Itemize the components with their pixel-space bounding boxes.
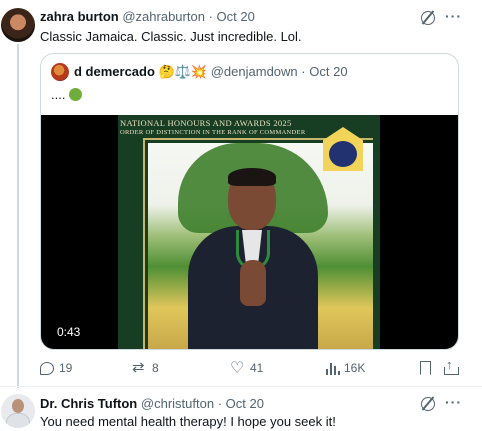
reply-author-handle[interactable]: @christufton xyxy=(141,396,214,411)
bookmark-icon xyxy=(420,361,431,375)
views-count: 16K xyxy=(344,361,366,375)
like-button[interactable]: 41 xyxy=(230,358,264,378)
quote-author-name[interactable]: d demercado xyxy=(74,64,155,79)
divider xyxy=(0,386,482,387)
grok-icon[interactable] xyxy=(421,11,435,25)
quote-text: .... xyxy=(51,87,83,103)
thread-line xyxy=(17,44,19,388)
quote-text-dots: .... xyxy=(51,87,66,102)
more-icon[interactable]: ··· xyxy=(445,8,462,24)
reply-icon xyxy=(40,361,54,375)
dot-separator: · xyxy=(217,396,223,411)
poster-title: NATIONAL HONOURS AND AWARDS 2025 xyxy=(120,118,292,128)
order-badge-emblem xyxy=(329,141,357,167)
repost-icon xyxy=(132,358,147,376)
tweet-date[interactable]: Oct 20 xyxy=(217,9,255,24)
reply-header: Dr. Chris Tufton @christufton · Oct 20 xyxy=(40,396,264,412)
views-icon xyxy=(326,361,340,376)
tweet-header: zahra burton @zahraburton · Oct 20 xyxy=(40,9,255,25)
reply-avatar[interactable] xyxy=(1,394,35,428)
reply-count: 19 xyxy=(59,361,73,375)
video-frame: NATIONAL HONOURS AND AWARDS 2025 ORDER O… xyxy=(118,115,380,349)
dot-separator: · xyxy=(301,64,306,79)
quoted-tweet[interactable]: d demercado 🤔⚖️💥 @denjamdown · Oct 20 ..… xyxy=(40,53,459,350)
tweet-text: Classic Jamaica. Classic. Just incredibl… xyxy=(40,29,302,44)
like-icon xyxy=(230,358,245,378)
repost-count: 8 xyxy=(152,361,159,375)
author-name[interactable]: zahra burton xyxy=(40,9,119,24)
action-bar: 19 8 41 16K xyxy=(40,357,460,379)
like-count: 41 xyxy=(250,361,264,375)
quote-avatar[interactable] xyxy=(51,63,69,81)
more-icon[interactable]: ··· xyxy=(445,394,462,410)
share-button[interactable] xyxy=(444,357,459,377)
reply-button[interactable]: 19 xyxy=(40,359,72,377)
dot-separator: · xyxy=(208,9,213,24)
video-timecode: 0:43 xyxy=(57,325,81,339)
quote-date[interactable]: Oct 20 xyxy=(309,64,347,79)
share-icon xyxy=(444,357,459,375)
author-handle[interactable]: @zahraburton xyxy=(122,9,205,24)
nauseated-emoji-icon xyxy=(69,88,83,101)
quote-author-handle[interactable]: @denjamdown xyxy=(211,64,298,79)
quote-name-emoji: 🤔⚖️💥 xyxy=(158,64,208,79)
reply-author-name[interactable]: Dr. Chris Tufton xyxy=(40,396,137,411)
quote-header: d demercado 🤔⚖️💥 @denjamdown · Oct 20 xyxy=(74,64,348,80)
grok-icon[interactable] xyxy=(421,397,435,411)
avatar[interactable] xyxy=(1,8,35,42)
repost-button[interactable]: 8 xyxy=(132,358,159,377)
reply-text: You need mental health therapy! I hope y… xyxy=(40,414,336,429)
poster-subtitle: ORDER OF DISTINCTION IN THE RANK OF COMM… xyxy=(120,129,306,136)
video-player[interactable]: NATIONAL HONOURS AND AWARDS 2025 ORDER O… xyxy=(41,115,458,349)
reply-date[interactable]: Oct 20 xyxy=(226,396,264,411)
honoree-figure xyxy=(180,168,320,349)
bookmark-button[interactable] xyxy=(420,359,431,377)
views-button[interactable]: 16K xyxy=(326,359,365,377)
